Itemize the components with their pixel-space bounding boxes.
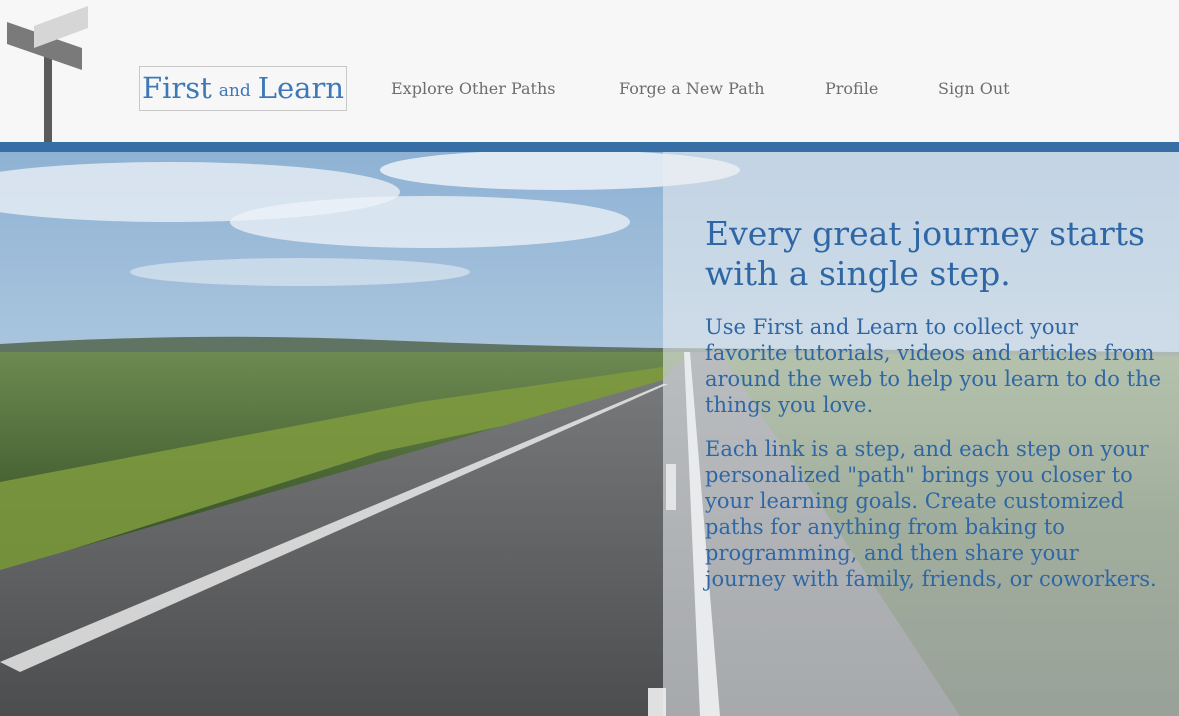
site-header: First and Learn Explore Other Paths Forg… xyxy=(0,0,1179,142)
nav-forge-new-path[interactable]: Forge a New Path xyxy=(619,77,765,101)
nav-profile[interactable]: Profile xyxy=(825,77,878,101)
nav-explore-other-paths[interactable]: Explore Other Paths xyxy=(391,77,555,101)
header-divider xyxy=(0,142,1179,152)
hero-heading: Every great journey starts with a single… xyxy=(705,214,1145,293)
intro-paragraph-2: Each link is a step, and each step on yo… xyxy=(705,437,1157,591)
site-logo[interactable]: First and Learn xyxy=(139,66,347,111)
intro-copy: Every great journey starts with a single… xyxy=(705,214,1165,610)
hero-section: Every great journey starts with a single… xyxy=(0,152,1179,716)
intro-paragraph-1: Use First and Learn to collect your favo… xyxy=(705,315,1162,417)
logo-word-and: and xyxy=(218,81,251,101)
logo-word-first: First xyxy=(141,71,212,105)
street-sign-icon xyxy=(7,6,88,142)
nav-sign-out[interactable]: Sign Out xyxy=(938,77,1010,101)
logo-word-learn: Learn xyxy=(257,71,344,105)
